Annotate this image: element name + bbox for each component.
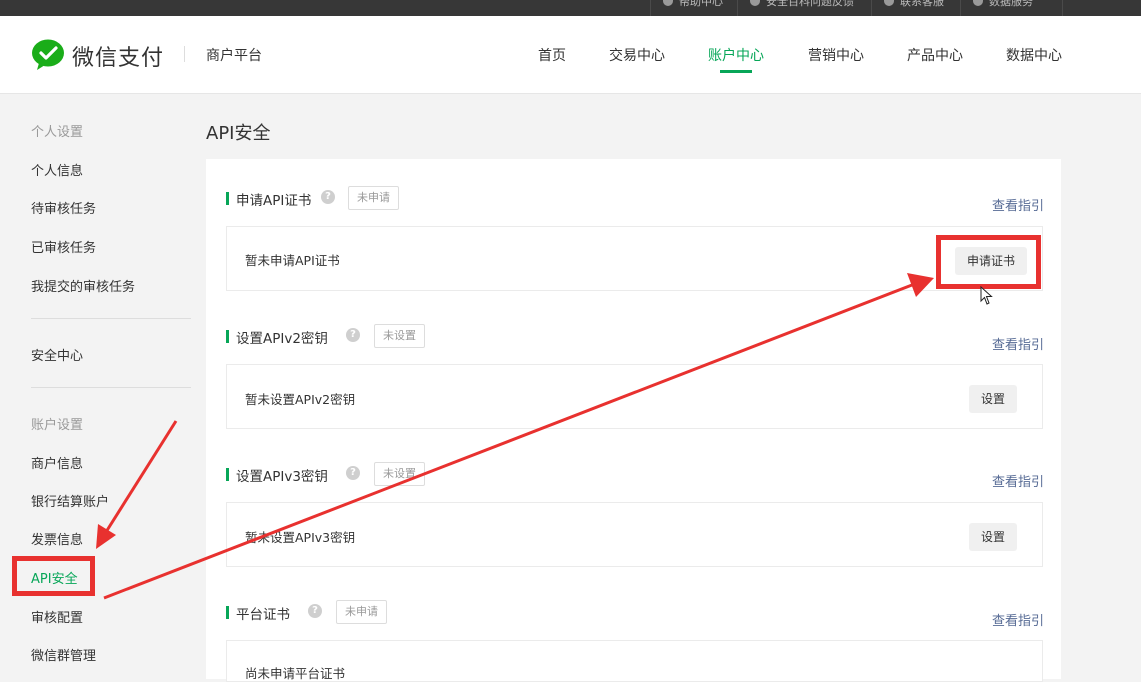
annotation-arrows bbox=[96, 273, 934, 600]
cursor-icon bbox=[980, 286, 993, 305]
arrow-to-button-line bbox=[103, 283, 913, 600]
arrow-to-sidebar-head bbox=[96, 524, 116, 549]
arrow-to-sidebar-line bbox=[104, 420, 178, 533]
